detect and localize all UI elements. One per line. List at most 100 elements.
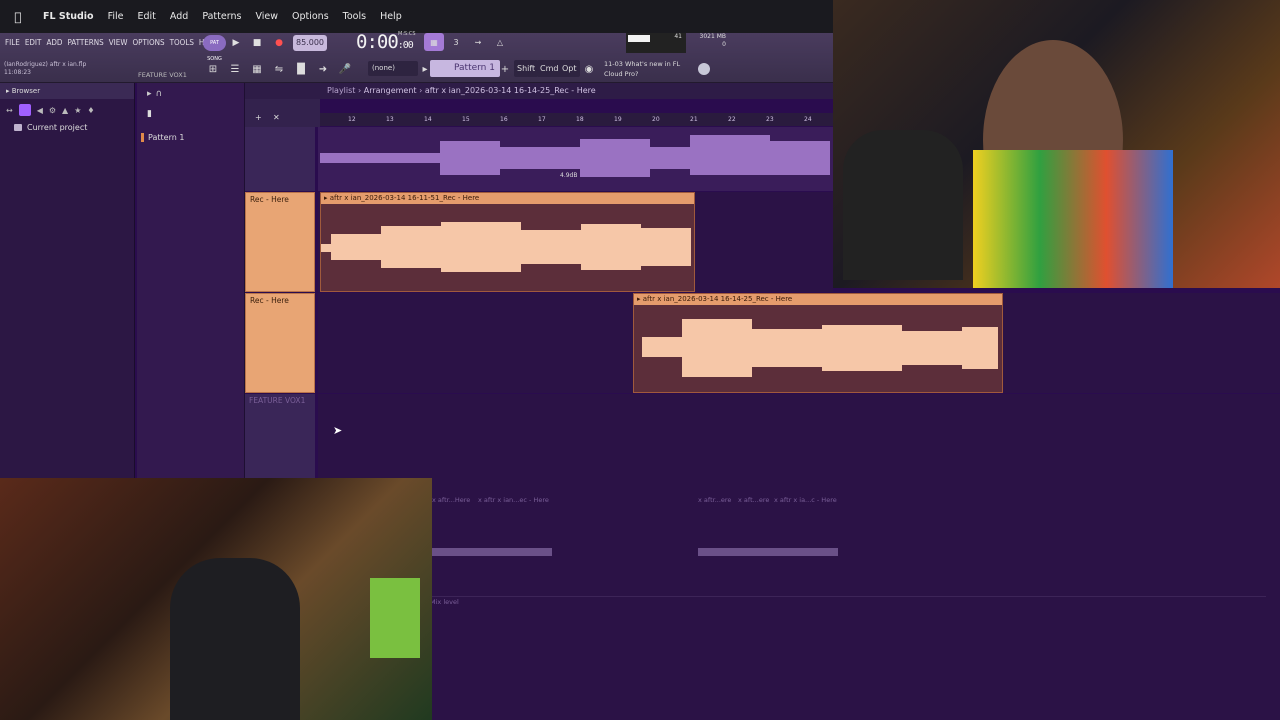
track-header-3[interactable]: Rec - Here bbox=[245, 293, 315, 393]
track-lane-4[interactable] bbox=[318, 394, 1280, 478]
piano-icon[interactable]: ▮ bbox=[137, 105, 244, 123]
menu-add[interactable]: Add bbox=[163, 11, 195, 22]
speaker-icon[interactable]: ◀ bbox=[37, 106, 43, 115]
memory-mb: 3021 MB bbox=[699, 33, 726, 40]
picker-pattern-label: Pattern 1 bbox=[148, 133, 185, 142]
tempo-display[interactable]: 85.000 bbox=[293, 35, 327, 51]
beat-mode-button[interactable]: 3 bbox=[446, 33, 466, 51]
audio-clip-2[interactable]: ▸ aftr x ian_2026-03-14 16-14-25_Rec - H… bbox=[633, 293, 1003, 393]
track-label: Rec - Here bbox=[250, 296, 289, 305]
menu-options[interactable]: Options bbox=[285, 11, 336, 22]
breadcrumb-playlist[interactable]: Playlist bbox=[327, 86, 355, 95]
memory-sub: 0 bbox=[722, 41, 726, 48]
breadcrumb-clip[interactable]: aftr x ian_2026-03-14 16-14-25_Rec - Her… bbox=[425, 86, 596, 95]
opt-button[interactable]: Opt bbox=[559, 60, 580, 77]
fl-menu-view[interactable]: VIEW bbox=[109, 38, 128, 47]
channel-select[interactable]: (none) bbox=[368, 61, 418, 76]
folder-icon bbox=[14, 124, 22, 131]
news-icon[interactable]: ◉ bbox=[580, 60, 598, 78]
add-pattern-icon[interactable]: + bbox=[496, 60, 514, 78]
fl-main-menu: FILE EDIT ADD PATTERNS VIEW OPTIONS TOOL… bbox=[5, 38, 217, 47]
ghost-clip: x aftr...Here bbox=[432, 496, 471, 504]
fl-menu-tools[interactable]: TOOLS bbox=[170, 38, 194, 47]
automation-area[interactable]: x aftr...Here x aftr x ian...ec - Here x… bbox=[318, 478, 1280, 720]
plugin-icon[interactable]: ▲ bbox=[62, 106, 68, 115]
track-header-4[interactable]: FEATURE VOX1 bbox=[245, 394, 315, 478]
audio-clip-1[interactable]: ▸ aftr x ian_2026-03-14 16-11-51_Rec - H… bbox=[320, 192, 695, 292]
apple-icon[interactable]:  bbox=[0, 10, 36, 24]
person-silhouette bbox=[843, 130, 963, 280]
chevron-right-icon[interactable]: ▸ bbox=[147, 89, 152, 99]
news-date: 11-03 bbox=[604, 60, 623, 68]
microphone-icon[interactable]: 🎤 bbox=[336, 60, 354, 78]
time-sub: :00 bbox=[397, 40, 414, 51]
record-icon[interactable]: ● bbox=[270, 34, 288, 52]
cmd-button[interactable]: Cmd bbox=[537, 60, 562, 77]
track-header-2[interactable]: Rec - Here bbox=[245, 192, 315, 292]
menu-view[interactable]: View bbox=[248, 11, 285, 22]
ruler-tick: 14 bbox=[424, 116, 432, 123]
fl-menu-add[interactable]: ADD bbox=[46, 38, 62, 47]
pattern-select[interactable]: Pattern 1 bbox=[430, 60, 500, 77]
star-icon[interactable]: ★ bbox=[74, 106, 81, 115]
pattern-color bbox=[141, 133, 144, 142]
pattern-picker: ▸ ∩ ▮ Pattern 1 bbox=[137, 83, 245, 478]
mixer-icon[interactable]: █ bbox=[292, 60, 310, 78]
track-header-1[interactable] bbox=[245, 127, 315, 191]
breadcrumb-arrangement[interactable]: Arrangement bbox=[364, 86, 417, 95]
project-time: 11:08:23 bbox=[4, 69, 31, 76]
fl-menu-patterns[interactable]: PATTERNS bbox=[67, 38, 103, 47]
add-track-icon[interactable]: + bbox=[255, 113, 262, 122]
menu-tools[interactable]: Tools bbox=[336, 11, 373, 22]
close-icon[interactable]: ✕ bbox=[273, 113, 280, 122]
ruler-tick: 12 bbox=[348, 116, 356, 123]
ruler-tick: 17 bbox=[538, 116, 546, 123]
fl-menu-file[interactable]: FILE bbox=[5, 38, 20, 47]
picker-pattern-item[interactable]: Pattern 1 bbox=[141, 133, 244, 142]
news-line2: Cloud Pro? bbox=[604, 70, 639, 78]
track-label: FEATURE VOX1 bbox=[249, 396, 306, 405]
snap-icon[interactable]: ⊞ bbox=[204, 60, 222, 78]
browser-collapse-icon[interactable]: ↔ bbox=[6, 106, 13, 115]
browser-item-current-project[interactable]: Current project bbox=[0, 123, 134, 132]
metronome-icon[interactable]: △ bbox=[490, 33, 510, 51]
play-icon[interactable]: ▶ bbox=[227, 34, 245, 52]
fl-studio-screen: { "macbar": { "app": "FL Studio", "menus… bbox=[0, 0, 1280, 720]
clip-title-text: aftr x ian_2026-03-14 16-14-25_Rec - Her… bbox=[642, 295, 793, 303]
clip-title: ▸ aftr x ian_2026-03-14 16-14-25_Rec - H… bbox=[634, 294, 1002, 305]
fl-menu-edit[interactable]: EDIT bbox=[25, 38, 42, 47]
magnet-icon[interactable]: ∩ bbox=[156, 89, 163, 99]
ruler-tick: 18 bbox=[576, 116, 584, 123]
track-lane-1[interactable]: 4.9dB bbox=[318, 127, 833, 191]
hint-bar: FEATURE VOX1 bbox=[138, 71, 187, 79]
tag-icon[interactable]: ♦ bbox=[87, 106, 94, 115]
menu-edit[interactable]: Edit bbox=[131, 11, 163, 22]
menu-patterns[interactable]: Patterns bbox=[195, 11, 248, 22]
pat-song-toggle[interactable]: PAT SONG bbox=[203, 35, 226, 62]
shift-button[interactable]: Shift bbox=[514, 60, 539, 77]
piano-roll-icon[interactable]: ▦ bbox=[248, 60, 266, 78]
wait-mode-icon[interactable]: ⇝ bbox=[468, 33, 488, 51]
menu-app[interactable]: FL Studio bbox=[36, 11, 101, 22]
ruler-tick: 24 bbox=[804, 116, 812, 123]
cursor-icon: ➤ bbox=[333, 424, 343, 437]
playlist-corner: + ✕ bbox=[245, 99, 320, 127]
mix-level-label: Mix level bbox=[430, 598, 459, 606]
browser-filter-icon[interactable] bbox=[18, 104, 31, 116]
menu-file[interactable]: File bbox=[101, 11, 131, 22]
ruler-tick: 15 bbox=[462, 116, 470, 123]
arrow-right-icon[interactable]: ➜ bbox=[314, 60, 332, 78]
cpu-meter-value: 41 bbox=[674, 33, 682, 40]
menu-help[interactable]: Help bbox=[373, 11, 409, 22]
browser-item-label: Current project bbox=[27, 123, 88, 132]
clip-waveform bbox=[642, 319, 998, 377]
news-panel[interactable]: 11-03 What's new in FL Cloud Pro? bbox=[604, 59, 680, 79]
fl-menu-options[interactable]: OPTIONS bbox=[132, 38, 164, 47]
gear-icon[interactable]: ⚙ bbox=[49, 106, 56, 115]
playlist-icon[interactable]: ☰ bbox=[226, 60, 244, 78]
stop-icon[interactable]: ■ bbox=[248, 34, 266, 52]
timeline-ruler[interactable]: 12 13 14 15 16 17 18 19 20 21 22 23 24 bbox=[320, 113, 833, 126]
snap-mode-icon[interactable]: ▦ bbox=[424, 33, 444, 51]
channel-rack-icon[interactable]: ⇋ bbox=[270, 60, 288, 78]
cloud-icon[interactable] bbox=[698, 63, 710, 75]
